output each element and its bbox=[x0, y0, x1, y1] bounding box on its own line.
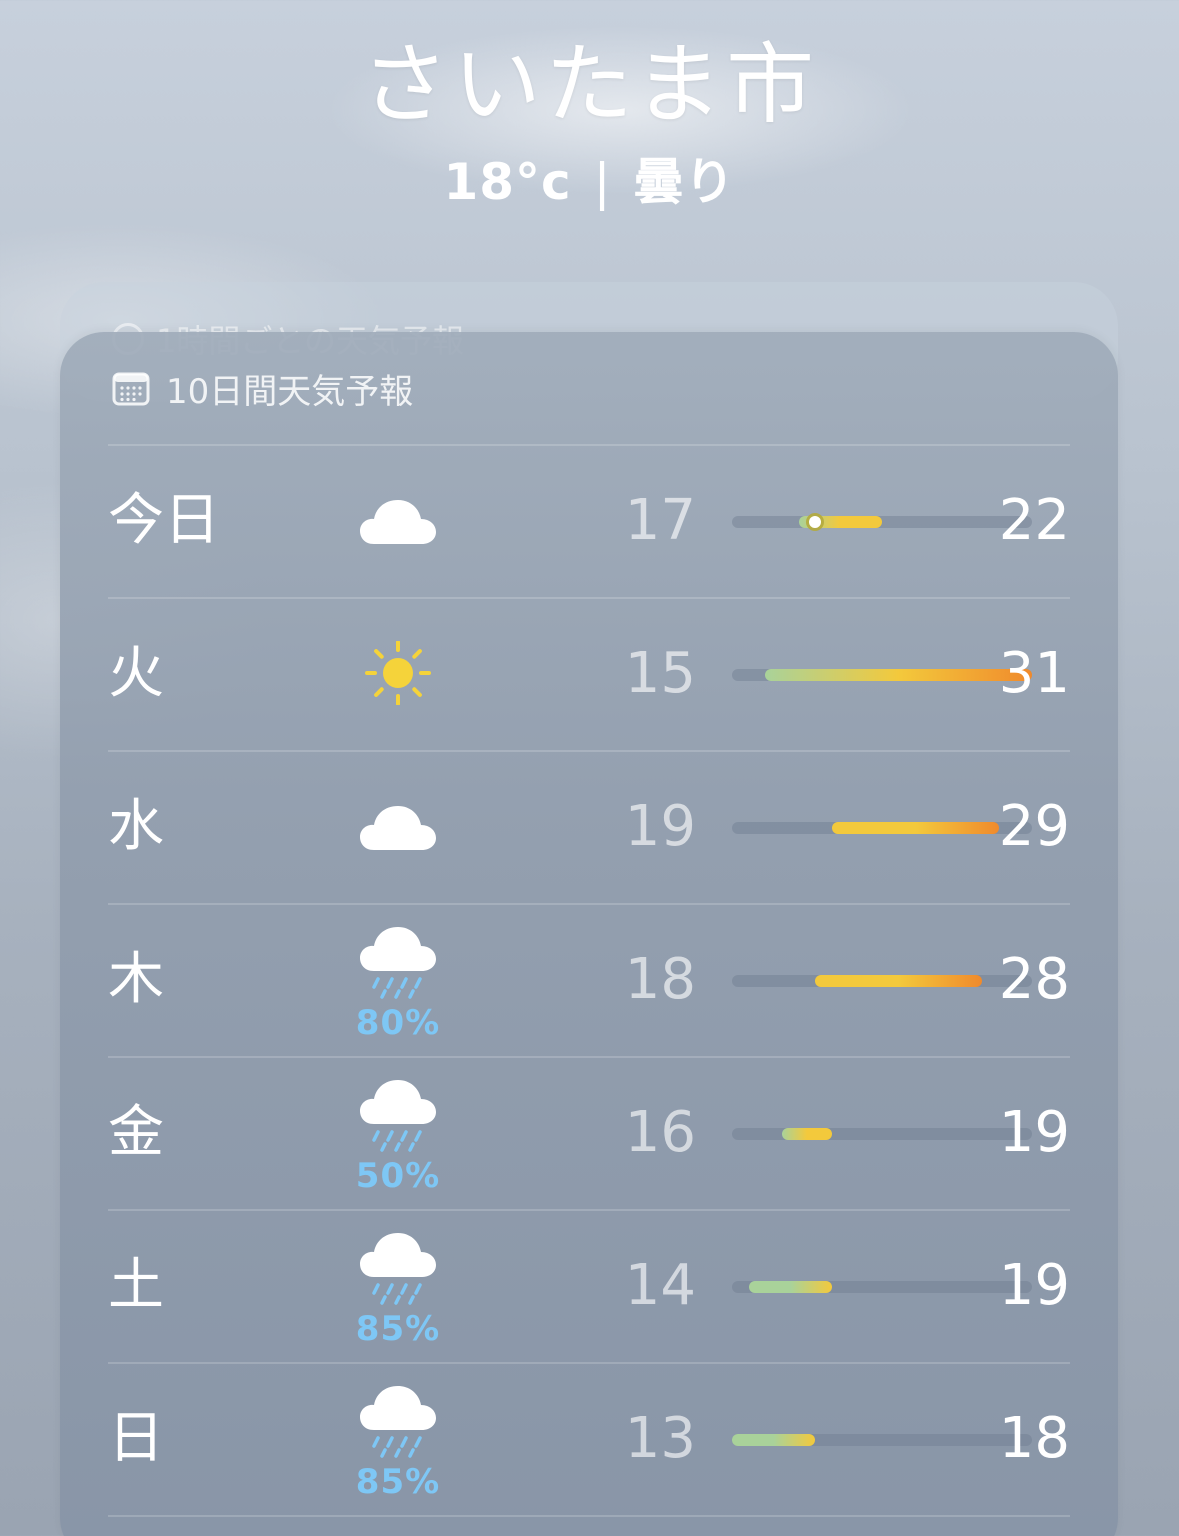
location-header: さいたま市 18°c | 曇り bbox=[0, 30, 1179, 214]
forecast-row[interactable]: 木 80% 18 28 bbox=[108, 903, 1070, 1056]
summary-divider: | bbox=[593, 153, 612, 211]
forecast-row[interactable]: 土 85% 14 19 bbox=[108, 1209, 1070, 1362]
current-summary: 18°c | 曇り bbox=[0, 150, 1179, 214]
low-temp: 14 bbox=[624, 1253, 696, 1318]
forecast-card-title: 10日間天気予報 bbox=[166, 371, 414, 412]
high-temp: 19 bbox=[998, 1100, 1070, 1165]
low-temp: 15 bbox=[624, 641, 696, 706]
calendar-icon bbox=[112, 372, 150, 406]
forecast-row[interactable]: 火 15 31 bbox=[108, 597, 1070, 750]
cloud-icon bbox=[348, 446, 448, 597]
forecast-card-header: 10日間天気予報 bbox=[112, 368, 413, 412]
precip-chance: 50% bbox=[355, 1156, 441, 1196]
day-label: 今日 bbox=[108, 488, 220, 553]
low-temp: 18 bbox=[624, 947, 696, 1012]
forecast-list: 今日 17 22 火 15 31 水 19 29 木 80% 18 28 金 5… bbox=[108, 444, 1070, 1517]
high-temp: 28 bbox=[998, 947, 1070, 1012]
day-label: 水 bbox=[108, 794, 164, 859]
forecast-row[interactable]: 今日 17 22 bbox=[108, 444, 1070, 597]
ten-day-forecast-card[interactable]: 10日間天気予報 今日 17 22 火 15 31 水 19 29 木 80% … bbox=[60, 332, 1118, 1536]
current-temperature: 18°c bbox=[443, 153, 572, 211]
day-label: 木 bbox=[108, 947, 164, 1012]
forecast-row[interactable]: 水 19 29 bbox=[108, 750, 1070, 903]
low-temp: 17 bbox=[624, 488, 696, 553]
day-label: 火 bbox=[108, 641, 164, 706]
precip-chance: 85% bbox=[355, 1309, 441, 1349]
low-temp: 16 bbox=[624, 1100, 696, 1165]
high-temp: 22 bbox=[998, 488, 1070, 553]
high-temp: 31 bbox=[998, 641, 1070, 706]
low-temp: 13 bbox=[624, 1406, 696, 1471]
cloud-rain-icon: 80% bbox=[348, 905, 448, 1056]
forecast-row[interactable]: 金 50% 16 19 bbox=[108, 1056, 1070, 1209]
cloud-icon bbox=[348, 752, 448, 903]
forecast-row[interactable]: 日 85% 13 18 bbox=[108, 1362, 1070, 1517]
temp-range-fill bbox=[732, 1434, 816, 1446]
precip-chance: 80% bbox=[355, 1003, 441, 1043]
high-temp: 18 bbox=[998, 1406, 1070, 1471]
day-label: 金 bbox=[108, 1100, 164, 1165]
day-label: 日 bbox=[108, 1406, 164, 1471]
precip-chance: 85% bbox=[355, 1462, 441, 1502]
city-name: さいたま市 bbox=[360, 33, 819, 136]
low-temp: 19 bbox=[624, 794, 696, 859]
day-label: 土 bbox=[108, 1253, 164, 1318]
temp-range-fill bbox=[748, 1281, 832, 1293]
current-condition: 曇り bbox=[633, 153, 736, 211]
cloud-rain-icon: 85% bbox=[348, 1211, 448, 1362]
cloud-rain-icon: 85% bbox=[348, 1364, 448, 1515]
cloud-rain-icon: 50% bbox=[348, 1058, 448, 1209]
high-temp: 19 bbox=[998, 1253, 1070, 1318]
sun-icon bbox=[348, 599, 448, 750]
temp-range-fill bbox=[782, 1128, 832, 1140]
high-temp: 29 bbox=[998, 794, 1070, 859]
